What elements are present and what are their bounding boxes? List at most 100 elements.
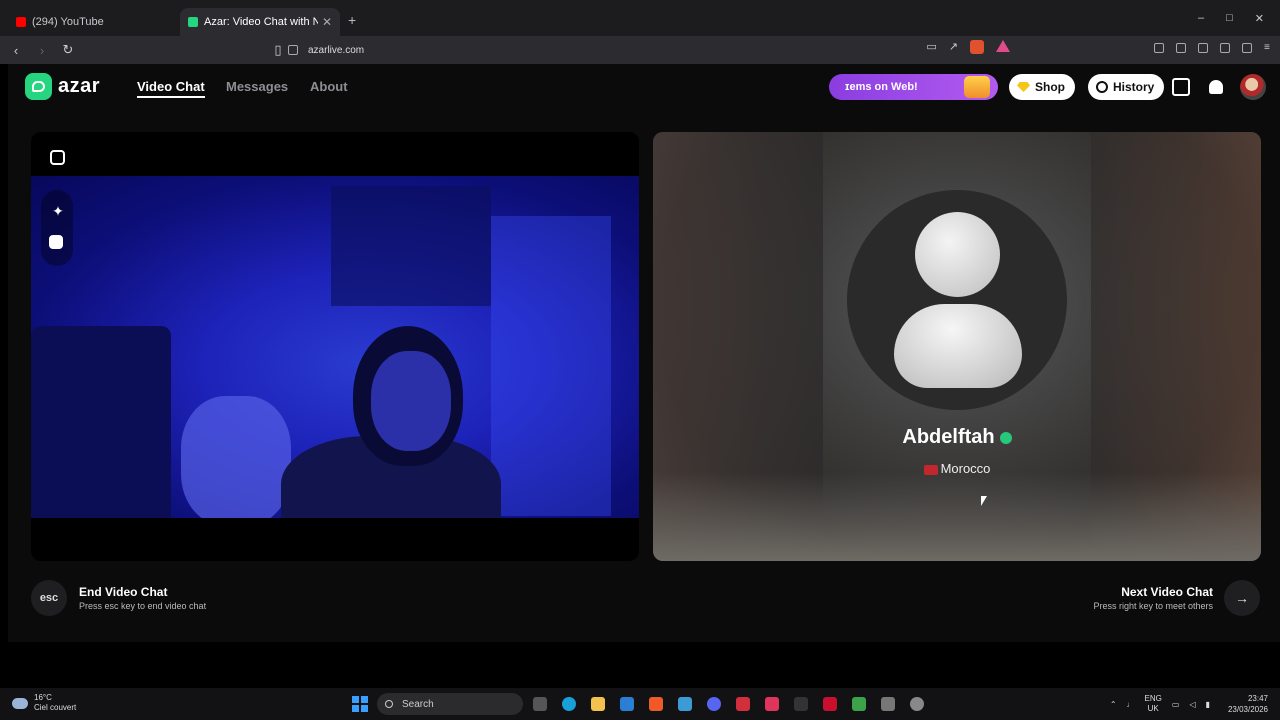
back-icon[interactable]: ‹ — [6, 43, 26, 58]
search-label: Search — [402, 698, 434, 710]
close-window-icon[interactable]: ✕ — [1255, 12, 1264, 25]
bell-icon[interactable] — [1209, 80, 1223, 94]
nav-about[interactable]: About — [310, 79, 348, 94]
app-icon[interactable] — [823, 697, 837, 711]
nav-video-chat[interactable]: Video Chat — [137, 79, 205, 98]
nav-messages[interactable]: Messages — [226, 79, 288, 94]
promo-banner[interactable]: ɪems on Web! — [829, 74, 998, 100]
azar-page: azar Video Chat Messages About ɪems on W… — [8, 64, 1280, 642]
shop-label: Shop — [1035, 80, 1065, 94]
edge-icon[interactable] — [562, 697, 576, 711]
next-chat-button[interactable]: → — [1224, 580, 1260, 616]
brave-icon[interactable] — [649, 697, 663, 711]
system-tray: ⌃ ♩ ENG UK ▭ ◁ ▮ — [1110, 694, 1210, 714]
minimize-icon[interactable]: – — [1198, 12, 1204, 25]
task-view-icon[interactable] — [533, 697, 547, 711]
cast-icon[interactable]: ▭ — [926, 40, 936, 54]
local-camera-feed — [31, 176, 639, 518]
youtube-favicon-icon — [16, 17, 26, 27]
next-chat-hint: Press right key to meet others — [1093, 601, 1213, 611]
weather-temp: 16°C — [34, 693, 52, 702]
microphone-icon[interactable]: ♩ — [1127, 700, 1135, 709]
promo-text: ɪems on Web! — [845, 81, 918, 93]
extension-icons: ≡ — [1154, 43, 1274, 53]
address-bar: ‹ › ↻ ▯ azarlive.com ▭ ↗ ≡ — [0, 36, 1280, 64]
windows-taskbar: 16°C Ciel couvert Search ⌃ ♩ ENG UK ▭ ◁ … — [0, 688, 1280, 720]
peer-name-row[interactable]: Abdelftah — [653, 426, 1261, 449]
history-button[interactable]: History — [1088, 74, 1165, 100]
share-icon[interactable]: ↗ — [949, 40, 958, 54]
store-app-icon[interactable] — [678, 697, 692, 711]
peer-country: Morocco — [940, 461, 991, 476]
browser-tab-bar: (294) YouTube Azar: Video Chat with New … — [0, 0, 1280, 36]
battery-icon[interactable]: ▮ — [1206, 700, 1210, 709]
epic-games-icon[interactable] — [794, 697, 808, 711]
minimize-video-icon[interactable] — [50, 150, 65, 165]
cloud-icon — [12, 697, 28, 709]
tab-title: Azar: Video Chat with New Pe — [204, 16, 318, 28]
brave-rewards-icon[interactable] — [996, 40, 1010, 52]
profile-avatar[interactable] — [1240, 74, 1266, 100]
store-icon[interactable] — [1172, 78, 1190, 96]
default-avatar-icon — [915, 212, 1000, 297]
peer-video-panel: Abdelftah Morocco — [653, 132, 1261, 561]
chevron-up-icon[interactable]: ⌃ — [1110, 700, 1117, 709]
face-filter-icon[interactable] — [49, 235, 63, 249]
app-icon[interactable] — [765, 697, 779, 711]
top-nav: azar Video Chat Messages About ɪems on W… — [8, 64, 1280, 110]
volume-icon[interactable]: ◁ — [1189, 700, 1195, 709]
menu-icon[interactable]: ≡ — [1264, 43, 1274, 53]
tab-azar[interactable]: Azar: Video Chat with New Pe ✕ — [180, 8, 340, 36]
vpn-icon[interactable] — [1242, 43, 1252, 53]
app-icon[interactable] — [852, 697, 866, 711]
app-icon[interactable] — [881, 697, 895, 711]
logo-text: azar — [58, 75, 101, 97]
url-text: azarlive.com — [308, 44, 365, 56]
wallet-icon[interactable] — [1198, 43, 1208, 53]
end-chat-button[interactable]: esc — [31, 580, 67, 616]
sidebar-icon[interactable] — [1176, 43, 1186, 53]
app-icon[interactable] — [910, 697, 924, 711]
brave-shields-icon[interactable] — [970, 40, 984, 54]
app-icon[interactable] — [736, 697, 750, 711]
bookmark-icon[interactable]: ▯ — [268, 42, 288, 58]
discord-icon[interactable] — [707, 697, 721, 711]
date: 23/03/2026 — [1227, 705, 1268, 714]
file-explorer-icon[interactable] — [591, 697, 605, 711]
url-field[interactable]: azarlive.com — [288, 40, 1012, 60]
mouse-cursor-icon — [981, 496, 987, 506]
time: 23:47 — [1247, 694, 1268, 703]
tab-youtube[interactable]: (294) YouTube — [8, 8, 172, 36]
azar-logo[interactable]: azar — [25, 73, 100, 100]
start-button[interactable] — [352, 696, 368, 712]
maximize-icon[interactable]: □ — [1226, 12, 1233, 25]
search-icon — [385, 700, 393, 708]
tab-title: (294) YouTube — [32, 16, 104, 28]
end-chat-title[interactable]: End Video Chat — [79, 585, 167, 599]
clock-icon — [1096, 81, 1108, 93]
new-tab-button[interactable]: + — [348, 12, 356, 28]
close-tab-icon[interactable]: ✕ — [322, 15, 332, 29]
azar-logo-icon — [25, 73, 52, 100]
url-actions: ▭ ↗ — [926, 40, 1010, 54]
site-info-icon[interactable] — [288, 45, 298, 55]
magic-wand-icon[interactable]: ✦ — [48, 201, 68, 221]
gem-icon — [1017, 82, 1030, 92]
outlook-icon[interactable] — [620, 697, 634, 711]
taskbar-clock[interactable]: 23:47 23/03/2026 — [1228, 693, 1268, 715]
history-label: History — [1113, 80, 1155, 94]
display-icon[interactable]: ▭ — [1172, 700, 1180, 709]
peer-country-row: Morocco — [653, 461, 1261, 476]
taskbar-search[interactable]: Search — [377, 693, 523, 715]
forward-icon[interactable]: › — [32, 43, 52, 58]
reload-icon[interactable]: ↻ — [58, 42, 78, 58]
shop-button[interactable]: Shop — [1009, 74, 1075, 100]
next-chat-title[interactable]: Next Video Chat — [1121, 585, 1213, 599]
end-chat-hint: Press esc key to end video chat — [79, 601, 207, 611]
language-indicator[interactable]: ENG UK — [1145, 694, 1162, 714]
extension-icon[interactable] — [1154, 43, 1164, 53]
weather-widget[interactable]: 16°C Ciel couvert — [12, 693, 76, 713]
azar-favicon-icon — [188, 17, 198, 27]
weather-desc: Ciel couvert — [34, 703, 77, 712]
leo-ai-icon[interactable] — [1220, 43, 1230, 53]
